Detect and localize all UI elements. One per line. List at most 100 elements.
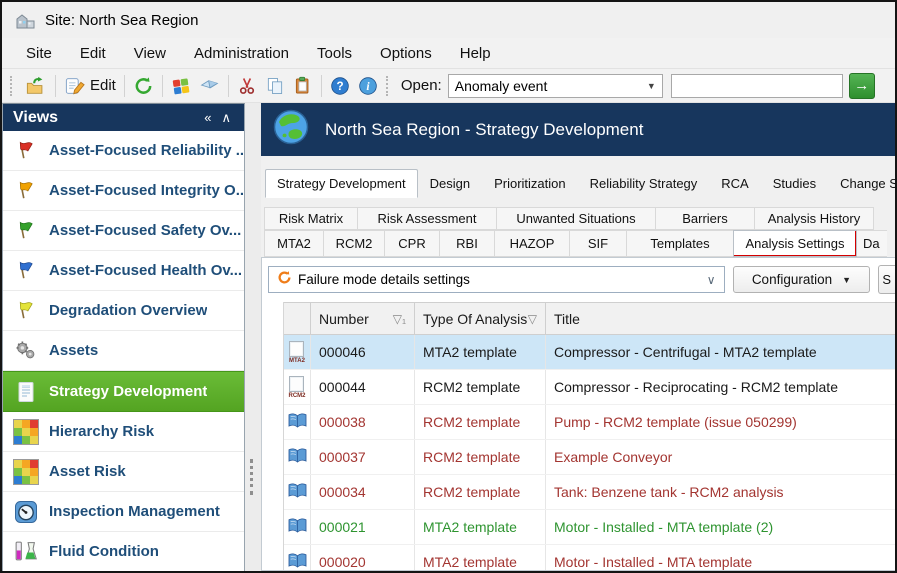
toolbar-button-info-circle[interactable]: i (354, 74, 382, 98)
toolbar-button-help-circle[interactable]: ? (326, 74, 354, 98)
column-header-label: Title (554, 311, 580, 327)
tab-strip-primary: Strategy DevelopmentDesignPrioritization… (265, 169, 895, 198)
menu-item-tools[interactable]: Tools (303, 41, 366, 66)
chevron-down-icon[interactable]: ∨ (707, 273, 716, 287)
tab-unwanted-situations[interactable]: Unwanted Situations (496, 207, 656, 230)
book-icon (287, 552, 308, 570)
table-row[interactable]: 000034RCM2 templateTank: Benzene tank - … (284, 475, 895, 510)
table-row[interactable]: 000038RCM2 templatePump - RCM2 template … (284, 405, 895, 440)
menu-item-options[interactable]: Options (366, 41, 446, 66)
column-header-type-of-analysis[interactable]: Type Of Analysis▽ (415, 303, 546, 334)
sidebar-item-strategy-development[interactable]: Strategy Development (3, 371, 244, 412)
pin-panel-icon[interactable]: ∧ (216, 110, 236, 126)
menu-item-administration[interactable]: Administration (180, 41, 303, 66)
risk-matrix-grid (13, 459, 39, 485)
tab-cpr[interactable]: CPR (384, 230, 440, 257)
tab-design[interactable]: Design (418, 170, 482, 198)
flag-orange-icon (12, 178, 39, 204)
table-row[interactable]: 000020MTA2 templateMotor - Installed - M… (284, 545, 895, 570)
tab-mta2[interactable]: MTA2 (264, 230, 324, 257)
filter-icon[interactable]: ▽ (528, 312, 537, 326)
truncated-side-button[interactable]: S (878, 265, 895, 294)
toolbar-button-open-folder[interactable] (21, 74, 51, 98)
sort-indicator-icon[interactable]: ▽₁ (393, 312, 406, 326)
book-icon (287, 412, 308, 432)
tab-rbi[interactable]: RBI (439, 230, 495, 257)
row-type-icon-cell: MTA2 (284, 335, 311, 369)
table-row[interactable]: RCM2000044RCM2 templateCompressor - Reci… (284, 370, 895, 405)
splitter-handle-icon[interactable] (250, 459, 257, 495)
truncated-side-button-label: S (882, 272, 891, 287)
sidebar-item-asset-focused-integrity-o[interactable]: Asset-Focused Integrity O... (3, 171, 244, 211)
menu-item-site[interactable]: Site (12, 41, 66, 66)
doc-form-icon (12, 379, 39, 405)
sidebar-item-degradation-overview[interactable]: Degradation Overview (3, 291, 244, 331)
quick-open-input[interactable] (671, 74, 843, 98)
orange-refresh-icon (277, 270, 292, 290)
table-row[interactable]: MTA2000046MTA2 templateCompressor - Cent… (284, 335, 895, 370)
toolbar-button-cut-scissors[interactable] (233, 74, 261, 98)
menu-item-view[interactable]: View (120, 41, 180, 66)
tab-rcm2[interactable]: RCM2 (323, 230, 385, 257)
sidebar-item-asset-focused-safety-ov[interactable]: Asset-Focused Safety Ov... (3, 211, 244, 251)
tab-analysis-history[interactable]: Analysis History (754, 207, 874, 230)
tab-prioritization[interactable]: Prioritization (482, 170, 578, 198)
settings-combobox[interactable]: Failure mode details settings ∨ (268, 266, 725, 293)
tab-risk-matrix[interactable]: Risk Matrix (264, 207, 358, 230)
toolbar-button-send[interactable] (195, 75, 224, 97)
sidebar-item-inspection-management[interactable]: Inspection Management (3, 492, 244, 532)
menu-bar: SiteEditViewAdministrationToolsOptionsHe… (2, 38, 895, 68)
tab-da[interactable]: Da (856, 230, 887, 257)
sidebar-item-label: Hierarchy Risk (49, 423, 154, 440)
toolbar-grip[interactable] (10, 76, 17, 96)
send-icon (199, 77, 220, 95)
page-title: North Sea Region - Strategy Development (325, 120, 643, 140)
collapse-panel-icon[interactable]: « (199, 110, 216, 125)
go-button[interactable]: → (849, 73, 875, 99)
sidebar-item-fluid-condition[interactable]: Fluid Condition (3, 532, 244, 572)
open-folder-icon (25, 76, 47, 96)
sidebar-item-asset-focused-reliability[interactable]: Asset-Focused Reliability ... (3, 131, 244, 171)
sidebar-item-hierarchy-risk[interactable]: Hierarchy Risk (3, 412, 244, 452)
column-header-title[interactable]: Title (546, 303, 895, 334)
toolbar-grip-2[interactable] (386, 76, 393, 96)
tab-strategy-development[interactable]: Strategy Development (265, 169, 418, 198)
chevron-down-icon[interactable]: ▼ (647, 81, 656, 91)
tab-change-sets[interactable]: Change Sets (828, 170, 897, 198)
tab-analysis-settings[interactable]: Analysis Settings (733, 230, 857, 257)
toolbar-button-edit-pencil[interactable]: Edit (60, 74, 120, 98)
sidebar-item-asset-focused-health-ov[interactable]: Asset-Focused Health Ov... (3, 251, 244, 291)
doc-rcm2-icon: RCM2 (288, 376, 305, 399)
menu-item-help[interactable]: Help (446, 41, 505, 66)
toolbar-button-windows-logo[interactable] (167, 74, 195, 98)
cell-number: 000020 (311, 545, 415, 570)
sidebar-item-label: Asset-Focused Reliability ... (49, 142, 244, 159)
tab-sif[interactable]: SIF (569, 230, 627, 257)
tab-rca[interactable]: RCA (709, 170, 760, 198)
open-combobox[interactable]: Anomaly event ▼ (448, 74, 663, 98)
tab-studies[interactable]: Studies (761, 170, 828, 198)
tab-barriers[interactable]: Barriers (655, 207, 755, 230)
cell-number: 000044 (311, 370, 415, 404)
toolbar-separator (321, 75, 322, 97)
toolbar-button-paste-clipboard[interactable] (289, 74, 317, 98)
cell-number: 000037 (311, 440, 415, 474)
cell-title: Pump - RCM2 template (issue 050299) (546, 405, 895, 439)
tab-risk-assessment[interactable]: Risk Assessment (357, 207, 497, 230)
sidebar-item-assets[interactable]: Assets (3, 331, 244, 371)
tab-hazop[interactable]: HAZOP (494, 230, 570, 257)
configuration-button[interactable]: Configuration ▼ (733, 266, 871, 293)
tab-reliability-strategy[interactable]: Reliability Strategy (578, 170, 710, 198)
panel-splitter[interactable] (245, 103, 261, 571)
table-row[interactable]: 000021MTA2 templateMotor - Installed - M… (284, 510, 895, 545)
column-header-icon[interactable] (284, 303, 311, 334)
menu-item-edit[interactable]: Edit (66, 41, 120, 66)
sidebar-item-label: Asset-Focused Integrity O... (49, 182, 244, 199)
toolbar-button-copy-pages[interactable] (261, 74, 289, 98)
table-row[interactable]: 000037RCM2 templateExample Conveyor (284, 440, 895, 475)
tab-templates[interactable]: Templates (626, 230, 734, 257)
sidebar-item-asset-risk[interactable]: Asset Risk (3, 452, 244, 492)
column-header-number[interactable]: Number▽₁ (311, 303, 415, 334)
main-panel-header: North Sea Region - Strategy Development (261, 103, 895, 156)
toolbar-button-refresh[interactable] (129, 74, 158, 98)
